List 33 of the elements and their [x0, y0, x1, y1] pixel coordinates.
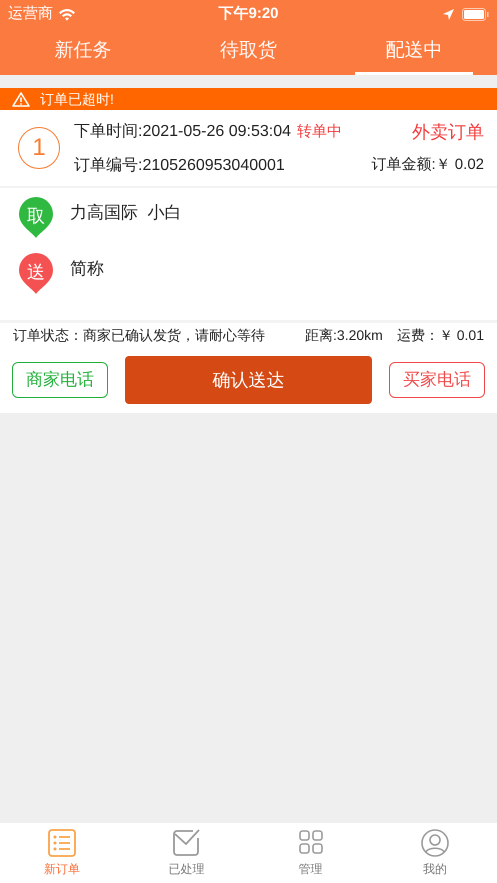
address-name: 简称 [70, 258, 104, 280]
user-icon [420, 828, 450, 858]
clock-time: 下午9:20 [218, 4, 279, 22]
order-status: 订单状态：商家已确认发货，请耐心等待 [13, 326, 265, 344]
phone-button[interactable]: 商家电话 [12, 362, 108, 398]
map-pin-badge: 送 [18, 252, 54, 294]
phone-button[interactable]: 买家电话 [389, 362, 485, 398]
envelope-check-icon [171, 828, 202, 858]
order-time: 下单时间:2021-05-26 09:53:04 [74, 122, 292, 142]
transfer-status: 转单中 [297, 122, 342, 142]
address-name: 力高国际 小白 [70, 202, 182, 224]
tab[interactable]: 新任务 [24, 31, 142, 75]
confirm-delivery-button[interactable]: 确认送达 [125, 356, 372, 404]
list-icon [47, 828, 78, 858]
location-arrow-icon [443, 8, 454, 20]
order-amount: 订单金额:￥ 0.02 [371, 155, 484, 176]
order-type: 外卖订单 [412, 120, 484, 144]
alert-text: 订单已超时! [40, 90, 114, 108]
order-number: 订单编号:2105260953040001 [74, 156, 285, 176]
distance: 距离:3.20km [305, 326, 383, 344]
tab[interactable]: 待取货 [190, 31, 308, 75]
wifi-icon [58, 8, 76, 20]
order-index-badge: 1 [18, 127, 60, 169]
delivery-fee: 运费：￥ 0.01 [396, 326, 484, 344]
tab[interactable]: 配送中 [355, 31, 474, 75]
nav-tab[interactable]: 我的 [372, 823, 497, 883]
carrier-name: 运营商 [8, 4, 53, 24]
map-pin-badge: 取 [18, 196, 54, 238]
nav-tab[interactable]: 新订单 [0, 823, 124, 883]
warning-icon [12, 92, 30, 106]
nav-tab[interactable]: 管理 [248, 823, 373, 883]
nav-tab[interactable]: 已处理 [124, 823, 248, 883]
battery-icon [462, 8, 489, 20]
